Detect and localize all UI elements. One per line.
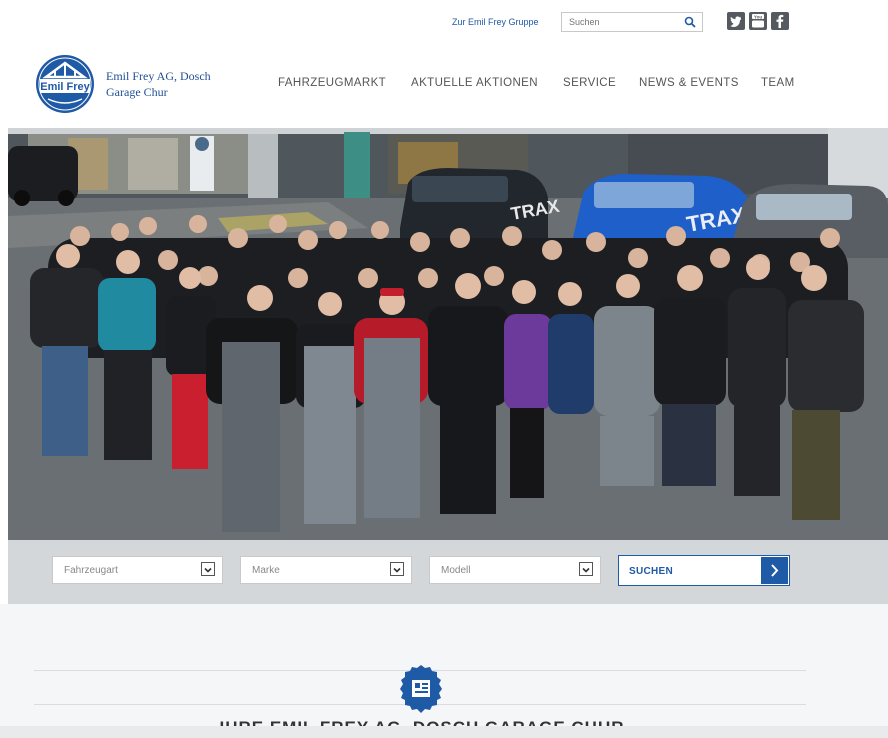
chevron-down-icon[interactable] — [579, 562, 593, 576]
chevron-right-icon — [761, 557, 788, 584]
search-input[interactable] — [562, 13, 687, 31]
chevron-down-icon[interactable] — [201, 562, 215, 576]
hero-team-photo: TRAX TRAX — [8, 128, 888, 540]
select-fahrzeugart[interactable]: Fahrzeugart — [52, 556, 223, 584]
select-marke[interactable]: Marke — [240, 556, 412, 584]
intro-section: IHRE EMIL FREY AG, DOSCH GARAGE CHUR — [0, 604, 888, 738]
vehicle-search-button[interactable]: SUCHEN — [618, 555, 790, 586]
facebook-icon[interactable] — [771, 12, 789, 30]
youtube-icon[interactable]: You — [749, 12, 767, 30]
select-marke-value: Marke — [252, 565, 280, 576]
chevron-down-icon[interactable] — [390, 562, 404, 576]
twitter-icon[interactable] — [727, 12, 745, 30]
emil-frey-logo[interactable]: Emil Frey — [34, 53, 96, 115]
brand-name[interactable]: Emil Frey AG, Dosch Garage Chur — [106, 68, 211, 100]
nav-fahrzeugmarkt[interactable]: FAHRZEUGMARKT — [278, 77, 386, 89]
site-header: Emil Frey Emil Frey AG, Dosch Garage Chu… — [0, 40, 888, 128]
garage-badge-icon — [400, 665, 442, 713]
top-utility-bar: Zur Emil Frey Gruppe You — [0, 0, 888, 41]
svg-text:You: You — [754, 14, 762, 19]
emil-frey-group-link[interactable]: Zur Emil Frey Gruppe — [452, 17, 539, 27]
brand-line-1: Emil Frey AG, Dosch — [106, 69, 211, 83]
select-fahrzeugart-value: Fahrzeugart — [64, 565, 118, 576]
horizontal-scrollbar[interactable] — [0, 726, 888, 738]
nav-aktuelle-aktionen[interactable]: AKTUELLE AKTIONEN — [411, 77, 538, 89]
brand-line-2: Garage Chur — [106, 85, 168, 99]
search-box — [561, 12, 703, 32]
nav-news-events[interactable]: NEWS & EVENTS — [639, 77, 739, 89]
svg-text:Emil Frey: Emil Frey — [40, 81, 90, 93]
team-photo-illustration: TRAX TRAX — [8, 128, 888, 540]
select-modell-value: Modell — [441, 565, 471, 576]
search-icon[interactable] — [684, 16, 696, 28]
nav-team[interactable]: TEAM — [761, 77, 795, 89]
select-modell[interactable]: Modell — [429, 556, 601, 584]
nav-service[interactable]: SERVICE — [563, 77, 616, 89]
vehicle-search-label: SUCHEN — [629, 566, 674, 577]
vehicle-filter-bar: Fahrzeugart Marke Modell SUCHEN — [8, 540, 888, 604]
